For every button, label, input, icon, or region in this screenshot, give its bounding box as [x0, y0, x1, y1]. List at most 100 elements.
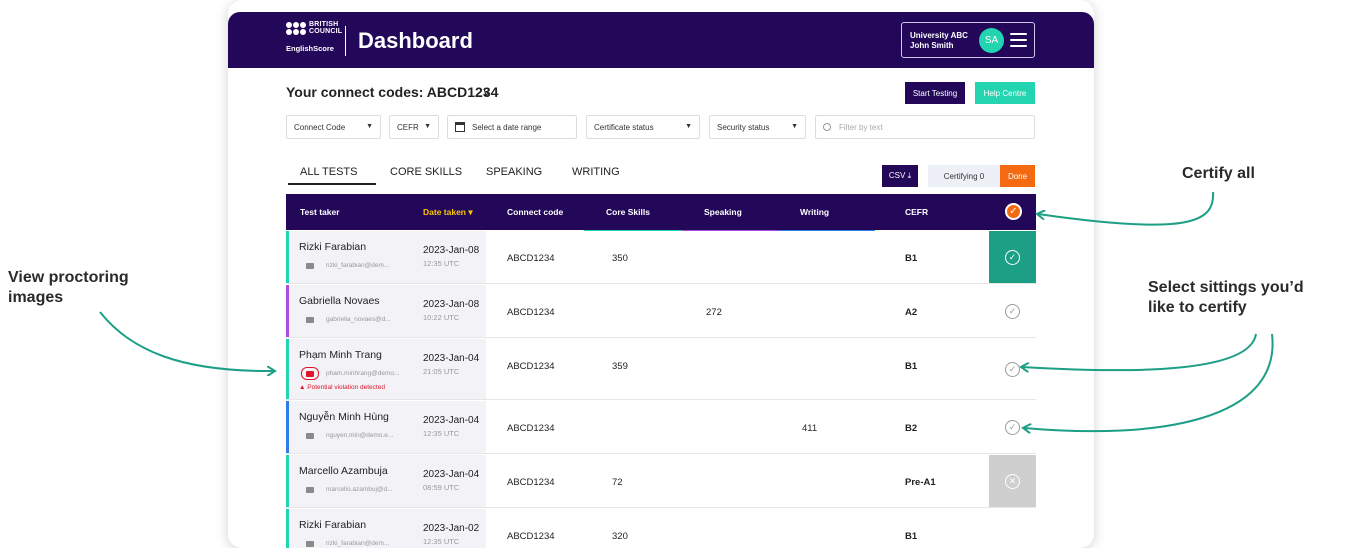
header-core-skills[interactable]: Core Skills	[606, 207, 650, 217]
tab-all-tests[interactable]: ALL TESTS	[300, 166, 357, 178]
tab-writing[interactable]: WRITING	[572, 166, 620, 178]
date-range-filter[interactable]: Select a date range	[447, 115, 577, 139]
annotation-select-line-2: like to certify	[1148, 299, 1247, 316]
skill-stripe	[286, 339, 289, 399]
test-taker-email: pham.minhrang@demo...	[326, 370, 400, 377]
camera-icon[interactable]	[301, 483, 319, 496]
certify-toggle[interactable]: ✓	[989, 285, 1036, 337]
header-writing[interactable]: Writing	[800, 207, 829, 217]
security-status-label: Security status	[717, 122, 770, 132]
camera-icon[interactable]	[301, 313, 319, 326]
header-connect-code[interactable]: Connect code	[507, 207, 563, 217]
user-menu[interactable]: University ABC John Smith SA	[901, 22, 1035, 58]
search-icon	[823, 123, 831, 131]
certify-toggle[interactable]: ✓	[989, 401, 1036, 453]
core-skills-score: 350	[612, 253, 628, 264]
test-taker-email: rizki_farabian@dem...	[326, 262, 390, 269]
camera-icon[interactable]	[301, 367, 319, 380]
test-taker-name[interactable]: Nguyễn Minh Hùng	[299, 411, 389, 423]
page-title: Dashboard	[358, 28, 473, 53]
camera-icon[interactable]	[301, 537, 319, 548]
logo-divider	[345, 26, 346, 56]
app-window: BRITISH COUNCIL EnglishScore Dashboard Un…	[228, 0, 1094, 548]
cefr-filter[interactable]: CEFR ▼	[389, 115, 439, 139]
table-row[interactable]: Nguyễn Minh Hùng nguyen.min@demo.e... 2023…	[286, 401, 1036, 454]
camera-icon[interactable]	[301, 259, 319, 272]
test-taker-cell	[286, 231, 486, 283]
connect-code-filter[interactable]: Connect Code ▼	[286, 115, 381, 139]
caret-down-icon: ▼	[424, 123, 431, 130]
connect-code: ABCD1234	[507, 307, 555, 318]
certificate-status-label: Certificate status	[594, 122, 654, 132]
cefr-level: B1	[905, 253, 918, 264]
header-test-taker[interactable]: Test taker	[300, 207, 340, 217]
cefr-level: B1	[905, 361, 918, 372]
tab-speaking[interactable]: SPEAKING	[486, 166, 542, 178]
core-skills-score: 359	[612, 361, 628, 372]
certifying-count: Certifying 0	[928, 165, 1000, 187]
time-taken: 12:35 UTC	[423, 259, 460, 268]
avatar[interactable]: SA	[979, 28, 1004, 53]
annotation-select-sittings: Select sittings you’d like to certify	[1148, 278, 1304, 318]
organisation-name: University ABC	[910, 31, 968, 40]
connect-code: ABCD1234	[507, 531, 555, 542]
tab-core-skills[interactable]: CORE SKILLS	[390, 166, 462, 178]
start-testing-button[interactable]: Start Testing	[905, 82, 965, 104]
certify-toggle[interactable]: ✓	[989, 339, 1036, 399]
connect-code: ABCD1234	[507, 477, 555, 488]
test-taker-name[interactable]: Rizki Farabian	[299, 519, 366, 531]
caret-down-icon: ▼	[791, 123, 798, 130]
annotation-view-images: View proctoring images	[8, 268, 129, 308]
skill-stripe	[286, 455, 289, 507]
test-taker-name[interactable]: Gabriella Novaes	[299, 295, 380, 307]
date-taken: 2023-Jan-08	[423, 299, 480, 310]
csv-download-button[interactable]: CSV ⤓	[882, 165, 918, 187]
cefr-filter-label: CEFR	[397, 122, 419, 132]
table-row[interactable]: Gabriella Novaes gabriella_novaes@d... 202…	[286, 285, 1036, 338]
cefr-level: Pre-A1	[905, 477, 936, 488]
header-date-taken[interactable]: Date taken ▾	[423, 207, 473, 218]
skill-stripe	[286, 509, 289, 548]
table-row[interactable]: Marcello Azambuja marcello.azambuj@d... 20…	[286, 455, 1036, 508]
test-taker-name[interactable]: Rizki Farabian	[299, 241, 366, 253]
table-row[interactable]: Phạm Minh Trang pham.minhrang@demo... ▲ Po…	[286, 339, 1036, 400]
connect-codes-title: Your connect codes: ABCD1234	[286, 84, 499, 100]
date-taken: 2023-Jan-04	[423, 469, 480, 480]
help-centre-button[interactable]: Help Centre	[975, 82, 1035, 104]
table-row[interactable]: Rizki Farabian rizki_farabian@dem... 2023-…	[286, 231, 1036, 284]
test-taker-name[interactable]: Marcello Azambuja	[299, 465, 388, 477]
header-speaking[interactable]: Speaking	[704, 207, 742, 217]
camera-icon[interactable]	[301, 429, 319, 442]
annotation-view-images-line-1: View proctoring	[8, 269, 129, 286]
table-header: Test taker Date taken ▾ Connect code Cor…	[286, 194, 1036, 230]
british-council-logo: BRITISH COUNCIL EnglishScore	[286, 21, 342, 53]
skill-stripe	[286, 401, 289, 453]
annotation-certify-all: Certify all	[1182, 165, 1255, 182]
active-tab-indicator	[288, 183, 376, 185]
table-row[interactable]: Rizki Farabian rizki_farabian@dem... 2023-…	[286, 509, 1036, 548]
date-taken: 2023-Jan-02	[423, 523, 480, 534]
chevron-down-icon[interactable]: ∨	[482, 85, 491, 99]
test-taker-cell	[286, 285, 486, 337]
speaking-score: 272	[706, 307, 722, 318]
x-circle-icon: ✕	[1005, 473, 1020, 489]
check-circle-icon: ✓	[1005, 303, 1020, 319]
connect-code-filter-label: Connect Code	[294, 122, 346, 132]
security-status-filter[interactable]: Security status ▼	[709, 115, 806, 139]
done-button[interactable]: Done	[1000, 165, 1035, 187]
test-taker-name[interactable]: Phạm Minh Trang	[299, 349, 382, 361]
top-navigation-bar: BRITISH COUNCIL EnglishScore Dashboard Un…	[228, 12, 1094, 68]
search-input[interactable]: Filter by text	[815, 115, 1035, 139]
caret-down-icon: ▼	[366, 123, 373, 130]
time-taken: 12:35 UTC	[423, 537, 460, 546]
time-taken: 12:35 UTC	[423, 429, 460, 438]
certify-all-button[interactable]: ✓	[1005, 203, 1022, 220]
header-cefr[interactable]: CEFR	[905, 207, 928, 217]
certificate-status-filter[interactable]: Certificate status ▼	[586, 115, 700, 139]
test-taker-cell	[286, 455, 486, 507]
user-name: John Smith	[910, 41, 954, 50]
warning-icon: ▲	[299, 384, 308, 391]
hamburger-icon[interactable]	[1010, 33, 1027, 47]
violation-text: Potential violation detected	[307, 384, 385, 391]
certify-toggle[interactable]: ✓	[989, 231, 1036, 283]
